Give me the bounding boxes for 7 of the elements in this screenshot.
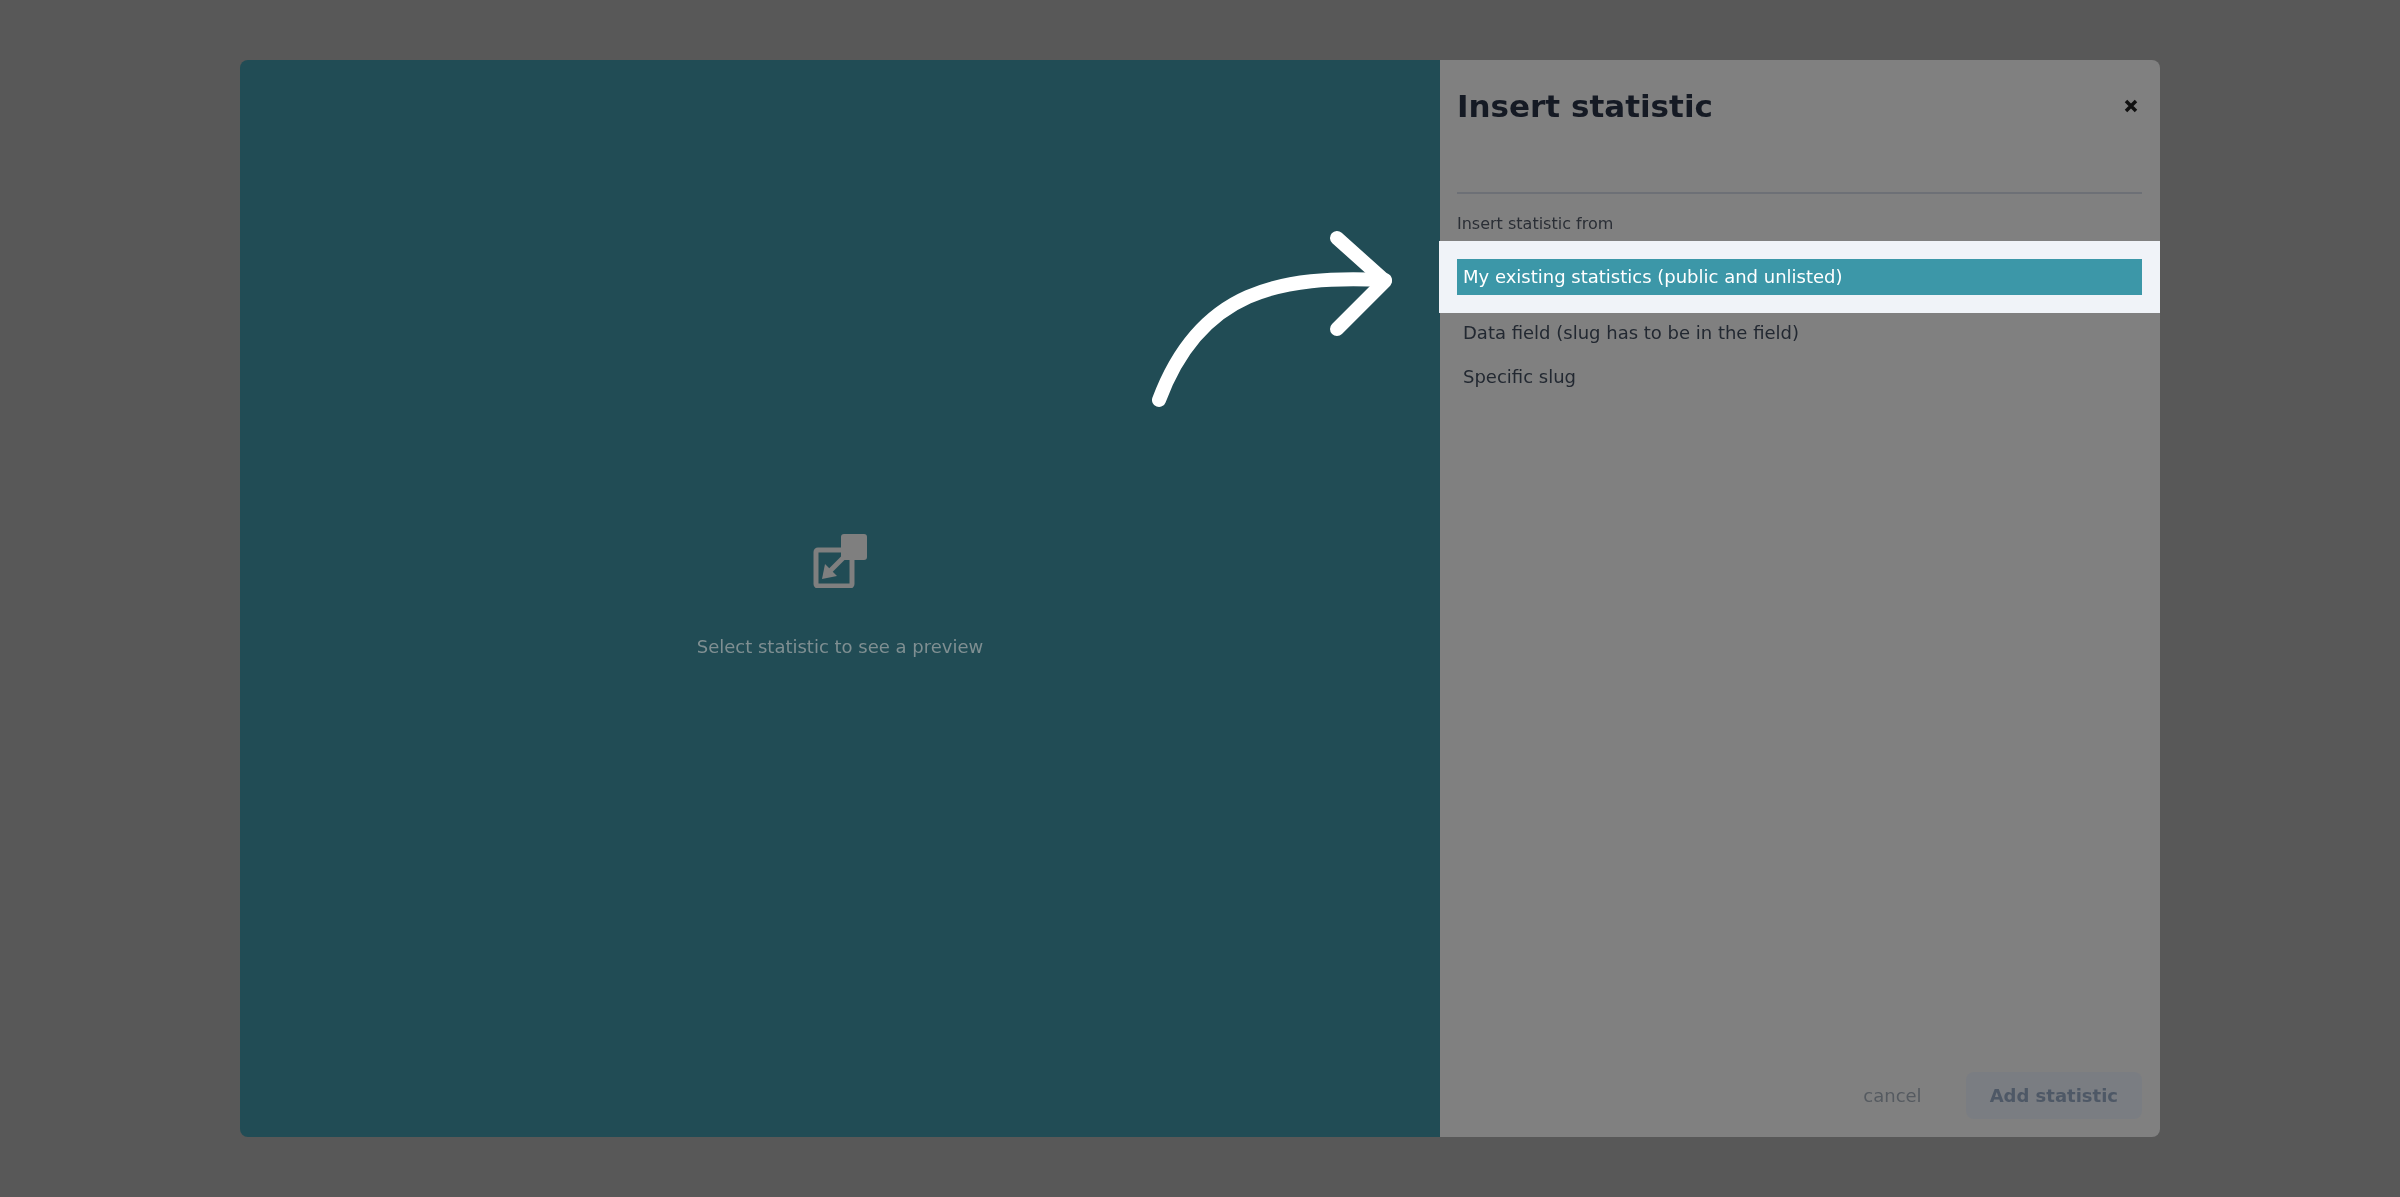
dropdown-option[interactable]: Specific slug	[1457, 359, 2142, 395]
dialog-title: Insert statistic	[1457, 88, 1713, 124]
dropdown-option[interactable]: Data field (slug has to be in the field)	[1457, 315, 2142, 351]
insert-picture-icon	[813, 534, 867, 588]
close-icon	[2124, 99, 2138, 113]
field-label: Insert statistic from	[1457, 214, 1615, 233]
preview-hint: Select statistic to see a preview	[696, 636, 984, 657]
